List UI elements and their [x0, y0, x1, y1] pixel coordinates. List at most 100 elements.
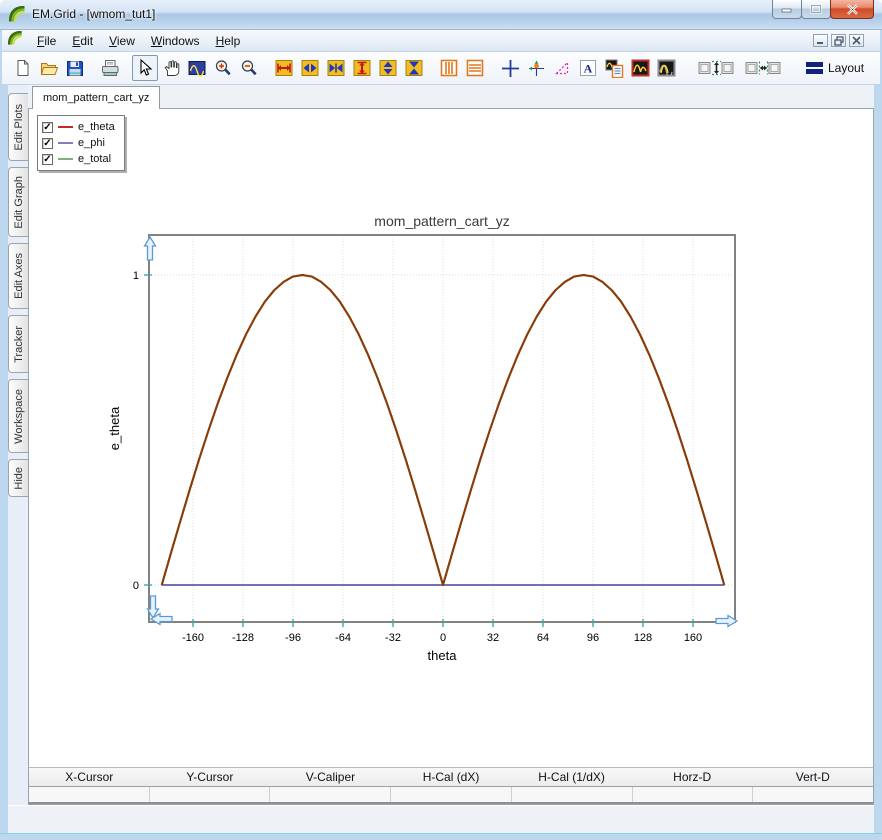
link-horizontal-button[interactable] [744, 55, 782, 81]
cursor-value-cell [752, 787, 873, 802]
plot-canvas: ✓ e_theta ✓ e_phi ✓ e_total -160 -128 -9… [29, 109, 873, 767]
sidebar-tab-edit-graph[interactable]: Edit Graph [8, 167, 28, 237]
plot-generated: -160 -128 -96 -64 -32 0 32 64 96 128 160 0 1 theta e_t… [107, 213, 736, 663]
minimize-button[interactable] [772, 0, 802, 19]
zoom-window-button[interactable] [184, 55, 210, 81]
sidebar-tab-edit-axes[interactable]: Edit Axes [8, 243, 28, 309]
compress-horizontal-button[interactable] [323, 55, 349, 81]
x-tick-label: -96 [285, 632, 301, 644]
svg-text:A: A [584, 62, 593, 76]
caliper-triangle-button[interactable] [549, 55, 575, 81]
arrows-horizontal-button[interactable] [297, 55, 323, 81]
x-tick-label: 128 [634, 632, 652, 644]
menu-item-view[interactable]: View [101, 31, 143, 51]
edit-plot-button[interactable] [627, 55, 653, 81]
mdi-minimize-button[interactable] [813, 34, 828, 47]
mdi-child-logo-icon[interactable] [7, 30, 23, 51]
window-bottom-border [0, 833, 882, 840]
menu-item-help[interactable]: Help [208, 31, 249, 51]
new-document-button[interactable] [10, 55, 36, 81]
emgrid-logo-icon [8, 5, 26, 28]
legend-checkbox-e-phi[interactable]: ✓ [42, 137, 53, 149]
sidebar-tab-edit-plots[interactable]: Edit Plots [8, 93, 28, 161]
x-axis-right-pan-handle[interactable] [715, 614, 739, 628]
menu-item-windows[interactable]: Windows [143, 31, 208, 51]
legend-line-e-phi [58, 142, 73, 144]
edit-graphs-button[interactable] [653, 55, 679, 81]
plot-legend-button[interactable] [601, 55, 627, 81]
menu-item-edit[interactable]: Edit [64, 31, 101, 51]
menu-bar: File Edit View Windows Help [2, 30, 880, 52]
x-tick-label: 64 [537, 632, 549, 644]
legend-box: ✓ e_theta ✓ e_phi ✓ e_total [37, 115, 125, 171]
legend-line-e-total [58, 158, 73, 160]
plot-svg: -160 -128 -96 -64 -32 0 32 64 96 128 160 0 1 theta e_t… [107, 213, 739, 663]
layout-button[interactable]: Layout [806, 61, 864, 75]
title-bar: EM.Grid - [wmom_tut1] [0, 0, 882, 30]
status-strip [8, 805, 874, 833]
vertical-gridlines-button[interactable] [436, 55, 462, 81]
expand-vertical-button[interactable] [349, 55, 375, 81]
expand-horizontal-button[interactable] [271, 55, 297, 81]
toolbar: A Layout [2, 52, 880, 85]
arrows-vertical-button[interactable] [375, 55, 401, 81]
legend-item-e-total: ✓ e_total [42, 151, 120, 167]
x-tick-label: -128 [232, 632, 254, 644]
compress-vertical-button[interactable] [401, 55, 427, 81]
legend-checkbox-e-total[interactable]: ✓ [42, 153, 53, 165]
close-button[interactable] [830, 0, 874, 19]
add-text-button[interactable]: A [575, 55, 601, 81]
x-tick-label: 160 [684, 632, 702, 644]
left-sidebar: Edit Plots Edit Graph Edit Axes Tracker … [8, 85, 28, 805]
link-vertical-button[interactable] [697, 55, 735, 81]
pan-tool-button[interactable] [158, 55, 184, 81]
cursor-readout-table: X-Cursor Y-Cursor V-Caliper H-Cal (dX) H… [29, 767, 873, 804]
zoom-out-button[interactable] [236, 55, 262, 81]
legend-checkbox-e-theta[interactable]: ✓ [42, 121, 53, 133]
legend-label-e-total: e_total [78, 153, 112, 165]
select-tool-button[interactable] [132, 55, 158, 81]
mdi-close-button[interactable] [849, 34, 864, 47]
cursor-table-values [29, 787, 873, 804]
cursor-value-cell [510, 787, 632, 802]
legend-label-e-phi: e_phi [78, 137, 105, 149]
sidebar-tab-workspace[interactable]: Workspace [8, 379, 28, 453]
cursor-value-cell [29, 787, 149, 802]
x-tick-label: 0 [440, 632, 446, 644]
y-tick-label: 0 [133, 580, 139, 592]
maximize-button[interactable] [801, 0, 831, 19]
layout-icon [806, 62, 823, 74]
save-file-button[interactable] [62, 55, 88, 81]
plot-frame: ✓ e_theta ✓ e_phi ✓ e_total -160 -128 -9… [28, 108, 874, 805]
layout-label: Layout [828, 61, 865, 75]
header-x-cursor: X-Cursor [65, 770, 114, 784]
x-axis-label: theta [428, 648, 458, 663]
cursor-value-cell [390, 787, 511, 802]
header-vert-d: Vert-D [795, 770, 830, 784]
y-axis-label: e_theta [107, 406, 122, 450]
print-button[interactable] [97, 55, 123, 81]
cursor-table-header: X-Cursor Y-Cursor V-Caliper H-Cal (dX) H… [29, 768, 873, 787]
horizontal-gridlines-button[interactable] [462, 55, 488, 81]
x-tick-label: 96 [587, 632, 599, 644]
header-y-cursor: Y-Cursor [186, 770, 234, 784]
cursor-value-cell [631, 787, 753, 802]
header-horz-d: Horz-D [673, 770, 712, 784]
crosshair-cursor-button[interactable] [497, 55, 523, 81]
sidebar-tab-hide[interactable]: Hide [8, 459, 28, 497]
client-area: mom_pattern_cart_yz ✓ e_theta ✓ e_phi ✓ … [28, 85, 874, 805]
header-h-cal-1dx: H-Cal (1/dX) [538, 770, 605, 784]
header-h-cal-dx: H-Cal (dX) [422, 770, 480, 784]
zoom-in-button[interactable] [210, 55, 236, 81]
open-file-button[interactable] [36, 55, 62, 81]
sidebar-tab-tracker[interactable]: Tracker [8, 315, 28, 373]
document-tab[interactable]: mom_pattern_cart_yz [32, 86, 161, 109]
y-axis-top-pan-handle[interactable] [143, 235, 157, 261]
chart-title: mom_pattern_cart_yz [374, 213, 509, 229]
legend-item-e-theta: ✓ e_theta [42, 119, 120, 135]
legend-item-e-phi: ✓ e_phi [42, 135, 120, 151]
mdi-restore-button[interactable] [831, 34, 846, 47]
menu-item-file[interactable]: File [29, 31, 64, 51]
tracker-button[interactable] [523, 55, 549, 81]
plot-border [148, 234, 736, 623]
